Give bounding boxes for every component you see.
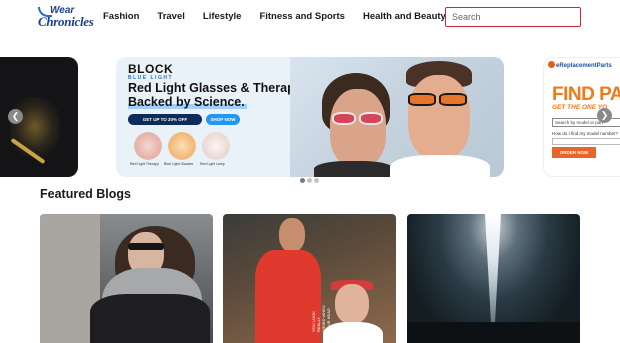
- nav-item-fashion[interactable]: Fashion: [103, 11, 139, 22]
- nav-item-lifestyle[interactable]: Lifestyle: [203, 11, 242, 22]
- rp-help-link[interactable]: How do I find my model number?: [552, 131, 618, 136]
- banner-carousel: ❮ BLOCK BLUE LIGHT Red Light Glasses & T…: [0, 57, 620, 177]
- carousel-dot-2[interactable]: [307, 178, 312, 183]
- card-image-sunglasses: [128, 243, 164, 250]
- photo-face-man: [408, 75, 470, 159]
- product-thumb-glasses: [168, 132, 196, 160]
- logo-text-bottom: Chronicles: [38, 14, 94, 29]
- main-nav: Fashion Travel Lifestyle Fitness and Spo…: [103, 11, 464, 22]
- card-image-light-beam: [485, 214, 501, 324]
- slide-brand: BLOCK: [128, 62, 174, 76]
- nav-item-travel[interactable]: Travel: [157, 11, 184, 22]
- product-caption-lamp: Red Light Lamp: [200, 162, 225, 166]
- card-image-jacket: [90, 294, 210, 343]
- rp-logo: eReplacementParts: [548, 61, 612, 69]
- chevron-right-icon[interactable]: ❯: [597, 108, 612, 123]
- product-thumb-therapy: [134, 132, 162, 160]
- chevron-left-icon[interactable]: ❮: [8, 109, 23, 124]
- photo-face-woman: [330, 89, 386, 167]
- blog-card-3[interactable]: [407, 214, 580, 343]
- photo-glasses-orange: [408, 93, 472, 107]
- blog-card-1[interactable]: [40, 214, 213, 343]
- rp-headline: FIND PA: [552, 84, 620, 105]
- slide-cta-discount-button[interactable]: GET UP TO 20% OFF: [128, 114, 202, 125]
- rp-input-box[interactable]: [552, 138, 620, 145]
- slide-photo-couple: [290, 57, 504, 177]
- card-image-red-shirt: YOU LOOK REALLY WEIRD WHEN YOUR HEAD: [255, 250, 331, 343]
- carousel-dot-3[interactable]: [314, 178, 319, 183]
- site-logo[interactable]: Wear Chronicles: [38, 5, 102, 31]
- slide-image-glow: [10, 97, 60, 157]
- slide-headline-line1: Red Light Glasses & Therapy: [128, 81, 302, 95]
- card-image-face-man: [279, 218, 305, 252]
- slide-cta-shop-button[interactable]: SHOP NOW: [206, 114, 240, 125]
- nav-item-health-and-beauty[interactable]: Health and Beauty: [363, 11, 446, 22]
- rp-order-button[interactable]: ORDER NOW: [552, 147, 596, 158]
- search-input[interactable]: [445, 7, 581, 27]
- photo-shirt-woman: [314, 161, 394, 177]
- blog-card-2[interactable]: YOU LOOK REALLY WEIRD WHEN YOUR HEAD: [223, 214, 396, 343]
- nav-item-fitness-and-sports[interactable]: Fitness and Sports: [259, 11, 345, 22]
- product-caption-glasses: Blue Light Glasses: [164, 162, 194, 166]
- carousel-dot-1[interactable]: [300, 178, 305, 183]
- card-image-white-shirt: [323, 322, 383, 343]
- slide-headline-line2: Backed by Science.: [128, 95, 247, 109]
- card-image-ground: [407, 322, 580, 343]
- carousel-dots: [300, 178, 321, 183]
- product-thumb-lamp: [202, 132, 230, 160]
- product-caption-therapy: Red Light Therapy: [130, 162, 159, 166]
- featured-blogs-heading: Featured Blogs: [40, 187, 131, 201]
- rp-logo-text: eReplacementParts: [556, 63, 612, 69]
- rp-logo-icon: [548, 61, 555, 68]
- photo-shirt-man: [390, 155, 490, 177]
- card-image-face-woman: [335, 284, 369, 324]
- photo-glasses-red: [332, 112, 388, 126]
- site-header: Wear Chronicles Fashion Travel Lifestyle…: [0, 0, 620, 36]
- carousel-slide-active[interactable]: BLOCK BLUE LIGHT Red Light Glasses & The…: [116, 57, 504, 177]
